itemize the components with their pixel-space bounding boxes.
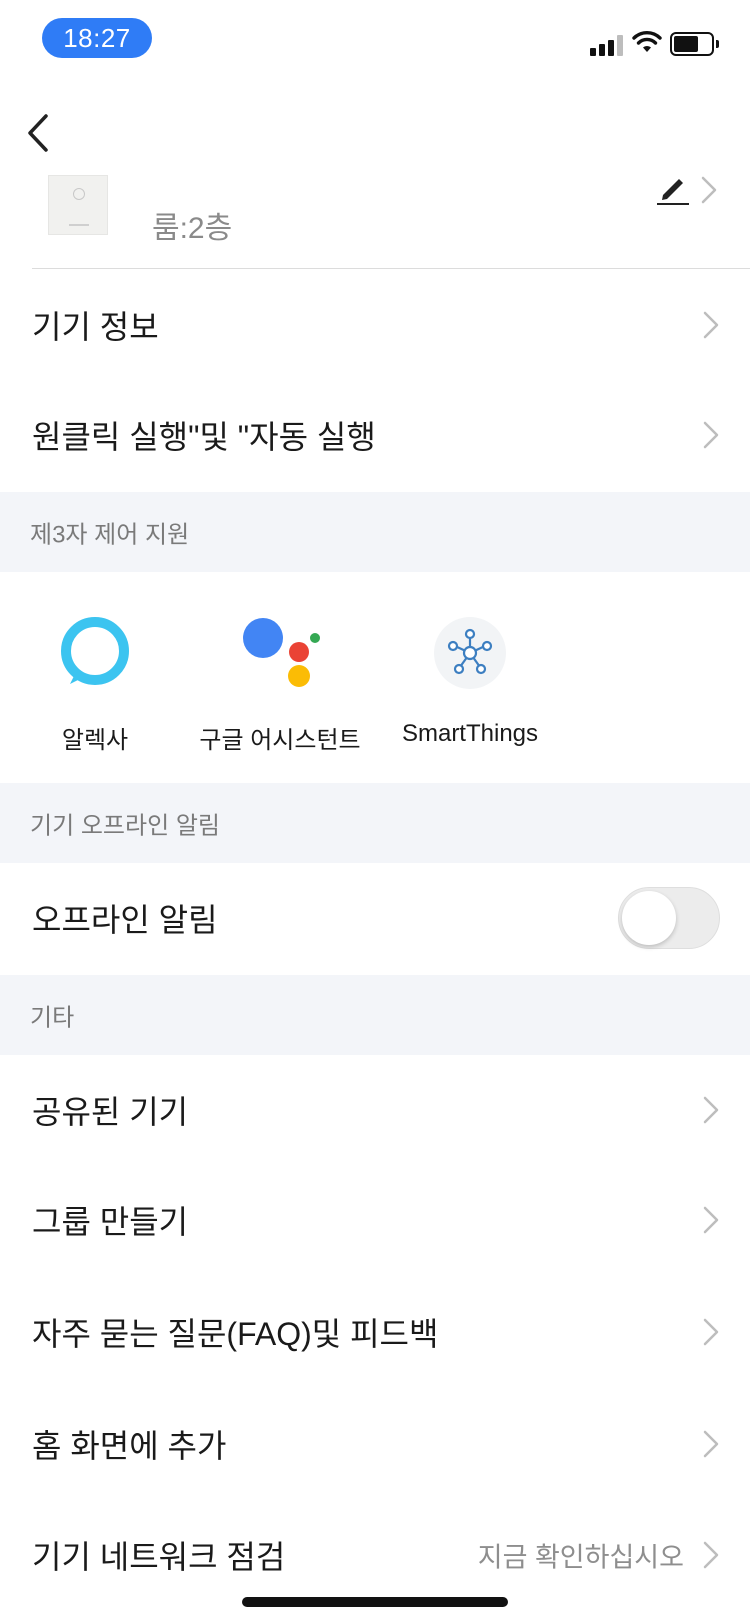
back-button[interactable] xyxy=(22,108,62,158)
third-party-label: 알렉사 xyxy=(61,727,129,754)
device-room-label: 룸:2층 xyxy=(152,212,233,245)
section-header-label: 기기 오프라인 알림 xyxy=(30,812,220,840)
smartthings-icon xyxy=(434,617,506,689)
section-header-offline: 기기 오프라인 알림 xyxy=(0,783,750,863)
section-header-label: 기타 xyxy=(30,1004,75,1032)
third-party-google-assistant[interactable]: 구글 어시스턴트 xyxy=(185,590,375,760)
status-time: 18:27 xyxy=(42,18,152,58)
third-party-smartthings[interactable]: SmartThings xyxy=(375,590,565,760)
third-party-label: SmartThings xyxy=(401,720,539,747)
scenes-automation-row[interactable]: 원클릭 실행"및 "자동 실행 xyxy=(0,380,750,490)
cellular-signal-icon xyxy=(590,34,626,56)
chevron-right-icon xyxy=(703,1318,719,1346)
row-value: 지금 확인하십시오 xyxy=(477,1542,684,1573)
battery-icon xyxy=(670,32,719,56)
google-assistant-icon xyxy=(243,618,320,687)
device-info-row[interactable]: 기기 정보 xyxy=(0,270,750,380)
section-header-other: 기타 xyxy=(0,975,750,1055)
chevron-right-icon xyxy=(703,421,719,449)
shared-devices-row[interactable]: 공유된 기기 xyxy=(0,1055,750,1165)
section-header-label: 제3자 제어 지원 xyxy=(30,521,190,549)
wifi-icon xyxy=(632,31,662,52)
device-thumbnail xyxy=(48,175,108,235)
status-bar: 18:27 xyxy=(0,0,750,80)
row-label: 그룹 만들기 xyxy=(32,1204,189,1240)
third-party-label: 구글 어시스턴트 xyxy=(199,727,361,754)
faq-feedback-row[interactable]: 자주 묻는 질문(FAQ)및 피드백 xyxy=(0,1277,750,1387)
alexa-icon xyxy=(61,617,129,685)
chevron-right-icon xyxy=(701,176,717,204)
home-indicator xyxy=(242,1597,508,1607)
chevron-right-icon xyxy=(703,1096,719,1124)
offline-notification-row: 오프라인 알림 xyxy=(0,863,750,973)
third-party-alexa[interactable]: 알렉사 xyxy=(0,590,190,760)
row-label: 기기 네트워크 점검 xyxy=(32,1539,286,1575)
row-label: 기기 정보 xyxy=(32,309,159,345)
create-group-row[interactable]: 그룹 만들기 xyxy=(0,1165,750,1275)
divider xyxy=(32,268,750,269)
chevron-right-icon xyxy=(703,311,719,339)
row-label: 오프라인 알림 xyxy=(32,902,218,938)
add-to-home-screen-row[interactable]: 홈 화면에 추가 xyxy=(0,1389,750,1499)
row-label: 원클릭 실행"및 "자동 실행 xyxy=(32,419,376,455)
chevron-right-icon xyxy=(703,1206,719,1234)
edit-pencil-icon[interactable] xyxy=(655,171,691,207)
chevron-right-icon xyxy=(703,1541,719,1569)
row-label: 공유된 기기 xyxy=(32,1094,189,1130)
device-header[interactable]: 룸:2층 xyxy=(0,165,750,270)
row-label: 홈 화면에 추가 xyxy=(32,1428,227,1464)
toggle-knob xyxy=(622,891,676,945)
network-check-row[interactable]: 기기 네트워크 점검 지금 확인하십시오 xyxy=(0,1500,750,1610)
row-label: 자주 묻는 질문(FAQ)및 피드백 xyxy=(32,1316,439,1352)
offline-notification-toggle[interactable] xyxy=(618,887,720,949)
section-header-third-party: 제3자 제어 지원 xyxy=(0,492,750,572)
chevron-right-icon xyxy=(703,1430,719,1458)
chevron-left-icon xyxy=(28,114,48,152)
